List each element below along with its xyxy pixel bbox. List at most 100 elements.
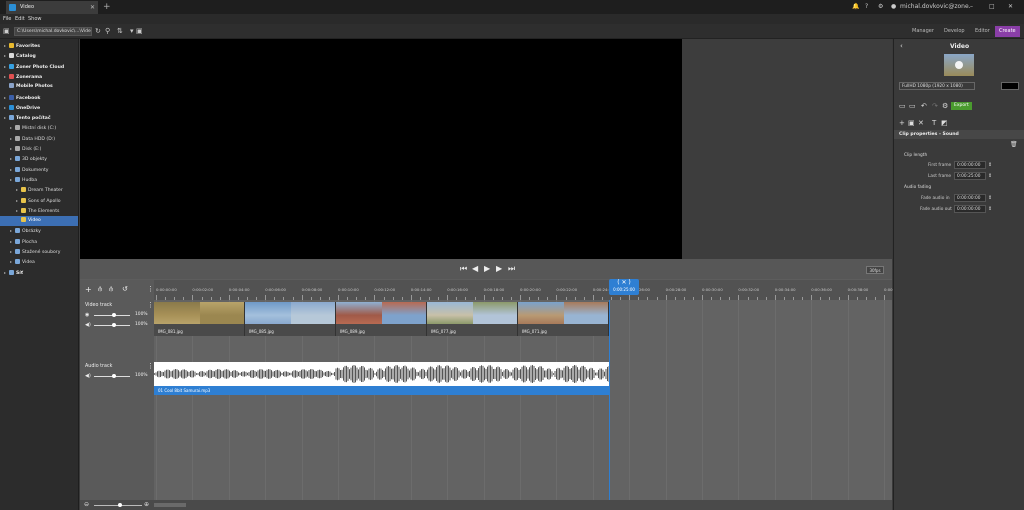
fps-select[interactable]: 30fps [866,266,884,274]
tab-develop[interactable]: Develop [940,26,969,37]
menu-file[interactable]: File [3,14,11,24]
path-input[interactable]: C:\Users\michal.dovkovic\...\Video [14,27,92,36]
undo-icon[interactable]: ↶ [921,102,927,110]
zoom-slider-knob[interactable] [118,503,122,507]
tree-item[interactable]: ▸ Zonerama [0,72,78,82]
tree-item[interactable]: ▸ OneDrive [0,103,78,113]
tree-item[interactable]: ▸ Dokumenty [0,165,78,175]
tab-create[interactable]: Create [995,26,1020,37]
eye-icon[interactable]: ◉ [85,312,89,318]
audio-clip[interactable]: 01 Cool 8bit Samurai.mp3 [154,386,609,395]
more-icon[interactable]: ⋮ [147,285,154,293]
zoom-out-icon[interactable]: ⊖ [84,501,89,508]
delete-icon[interactable]: ✕ [918,119,924,127]
video-clip[interactable]: IMG_081.jpg [154,302,245,336]
resolution-select[interactable]: FullHD 1080p (1920 x 1080) [899,82,975,90]
video-clip[interactable]: IMG_077.jpg [427,302,518,336]
zoom-in-icon[interactable]: ⊕ [144,501,149,508]
close-window-button[interactable]: ✕ [1008,0,1013,14]
maximize-button[interactable]: □ [989,0,995,14]
add-icon[interactable]: + [85,285,92,294]
user-email[interactable]: michal.dovkovic@zone... [900,0,970,14]
previous-frame-icon[interactable]: ◀ [472,264,478,274]
video-clip[interactable]: IMG_085.jpg [245,302,336,336]
redo-icon[interactable]: ↷ [932,102,938,110]
refresh-icon[interactable]: ↻ [95,26,101,36]
text-icon[interactable]: T [932,119,936,127]
tree-item[interactable]: ▸ Obrázky [0,226,78,236]
notification-icon[interactable]: 🔔 [852,0,859,14]
background-color-swatch[interactable] [1001,82,1019,90]
video-clip[interactable]: IMG_071.jpg [518,302,609,336]
menu-show[interactable]: Show [28,14,42,24]
video-volume-slider-knob[interactable] [112,323,116,327]
settings-gear-icon[interactable]: ⚙ [942,102,948,110]
next-frame-icon[interactable]: ▶ [496,264,502,274]
tracks-area[interactable]: 01 Cool 8bit Samurai.mp3 IMG_081.jpg IMG_… [154,300,892,510]
tab-video[interactable]: Video ✕ [6,1,98,14]
tree-item[interactable]: ▸ Plocha [0,237,78,247]
playhead-cut-icon[interactable]: ( ✕ ) [609,279,639,287]
audio-speaker-icon[interactable]: ◀) [85,373,91,379]
tree-item[interactable]: ▸ Zoner Photo Cloud [0,62,78,72]
settings-icon[interactable]: ⚙ [878,0,883,14]
fade-out-field[interactable]: 0:00:00:00 [954,205,986,213]
tree-item[interactable]: Video [0,216,78,227]
tree-item[interactable]: Mobile Photos [0,82,78,92]
tree-item[interactable]: ▸ Stažené soubory [0,247,78,257]
menu-edit[interactable]: Edit [15,14,25,24]
video-clip[interactable]: IMG_089.jpg [336,302,427,336]
fade-out-stepper-icon[interactable]: ⇕ [988,205,992,213]
add-folder-icon[interactable]: ▣ [908,119,915,127]
tree-item[interactable]: ▸ 3D objekty [0,154,78,164]
help-icon[interactable]: ? [865,0,868,14]
tree-item[interactable]: ▸ Síť [0,268,78,278]
tree-item[interactable]: ▸ Facebook [0,93,78,103]
video-preview[interactable] [80,39,682,259]
speaker-icon[interactable]: ◀) [85,322,91,328]
audio-volume-slider-knob[interactable] [112,374,116,378]
tree-item[interactable]: ▸ Data HDD (D:) [0,134,78,144]
horizontal-scrollbar[interactable] [154,503,186,507]
cut-icon[interactable]: ⫛ [109,285,113,294]
tree-item[interactable]: ▸ Místní disk (C:) [0,123,78,133]
tree-item[interactable]: ▸ Dream Theater [0,185,78,195]
first-frame-field[interactable]: 0:00:00:00 [954,161,986,169]
back-arrow-icon[interactable]: ‹ [900,42,903,50]
tree-item[interactable]: ▸ The Elements [0,206,78,216]
fade-in-field[interactable]: 0:00:00:00 [954,194,986,202]
tab-manager[interactable]: Manager [908,26,938,37]
playhead-line[interactable] [609,300,610,510]
new-tab-button[interactable]: + [103,0,111,14]
rotate-icon[interactable]: ↺ [122,285,128,293]
import-icon[interactable]: ▾ [130,26,134,36]
tree-item[interactable]: ▸ Catalog [0,51,78,61]
user-icon[interactable]: ● [891,0,896,14]
export-button[interactable]: Export [951,102,972,110]
opacity-slider-knob[interactable] [112,313,116,317]
split-icon[interactable]: ⫛ [98,285,102,294]
playhead-handle[interactable]: ( ✕ ) 0:00:25:00 [609,279,639,295]
first-frame-stepper-icon[interactable]: ⇕ [988,161,992,169]
minimize-button[interactable]: – [970,0,973,14]
last-frame-stepper-icon[interactable]: ⇕ [988,172,992,180]
tree-item[interactable]: ▸ Hudba [0,175,78,185]
tree-item[interactable]: ▸ Disk (E:) [0,144,78,154]
add-clip-icon[interactable]: + [899,119,905,127]
sort-icon[interactable]: ⇅ [117,26,123,36]
fade-in-stepper-icon[interactable]: ⇕ [988,194,992,202]
tab-close-icon[interactable]: ✕ [90,1,95,14]
tree-item[interactable]: ▸ Videa [0,257,78,267]
filter-icon[interactable]: ⚲ [105,26,110,36]
tab-editor[interactable]: Editor [971,26,994,37]
audio-track-menu-icon[interactable]: ⋮ [147,362,154,370]
tree-item[interactable]: ▸ Favorites [0,41,78,51]
audio-waveform[interactable] [154,362,609,386]
video-track-menu-icon[interactable]: ⋮ [147,301,154,309]
tree-item[interactable]: ▸ Sons of Apollo [0,196,78,206]
new-project-icon[interactable]: ▭ [899,102,906,110]
tree-item[interactable]: ▸ Tento počítač [0,113,78,123]
trash-icon[interactable]: 🗑 [1010,141,1018,149]
video-thumbnail[interactable] [944,54,974,76]
transition-icon[interactable]: ◩ [941,119,948,127]
